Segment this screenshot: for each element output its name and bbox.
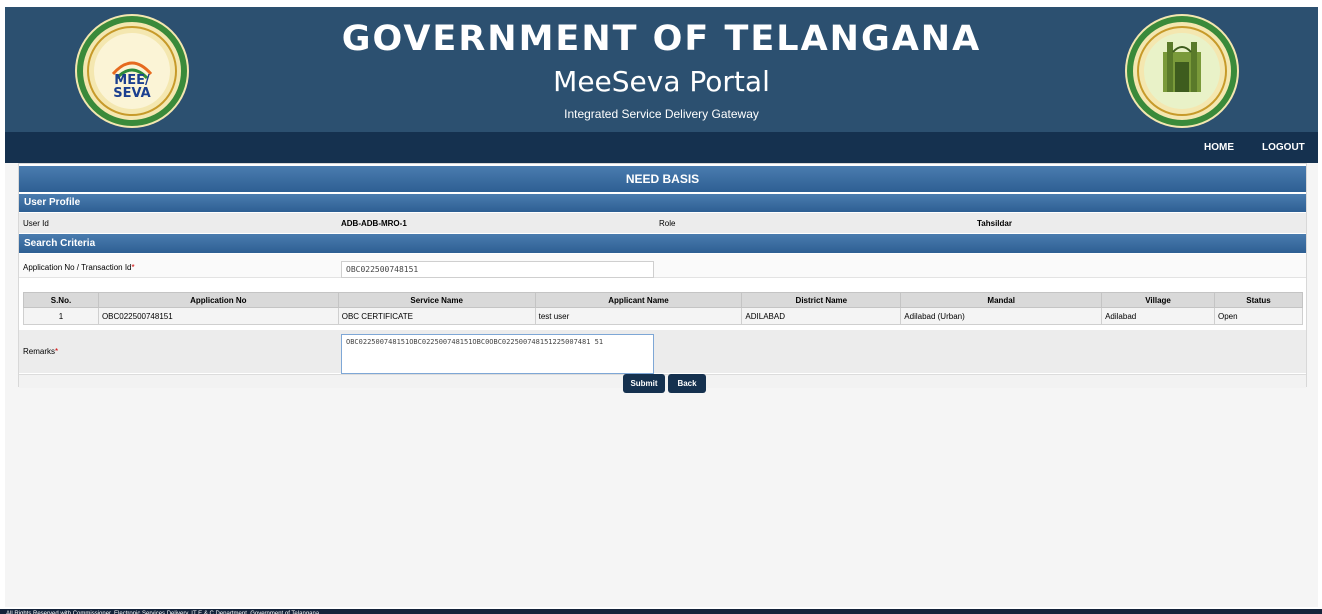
col-village: Village (1101, 292, 1215, 308)
telangana-emblem-logo (1125, 14, 1239, 128)
remarks-label-text: Remarks (23, 347, 56, 356)
submit-button[interactable]: Submit (623, 374, 665, 393)
search-row: Application No / Transaction Id* (19, 254, 1306, 278)
role-label: Role (659, 219, 676, 228)
header-title: GOVERNMENT OF TELANGANA (341, 19, 982, 59)
col-mandal: Mandal (900, 292, 1103, 308)
cell-district-name: ADILABAD (741, 307, 902, 325)
application-table: S.No. Application No Service Name Applic… (23, 292, 1303, 325)
cell-sno: 1 (23, 307, 99, 325)
cell-mandal: Adilabad (Urban) (900, 307, 1103, 325)
nav-logout-link[interactable]: LOGOUT (1262, 142, 1305, 153)
col-application-no: Application No (97, 292, 339, 308)
footer: All Rights Reserved with Commissioner, E… (0, 609, 1322, 614)
user-id-value: ADB-ADB-MRO-1 (341, 219, 407, 228)
cell-service-name: OBC CERTIFICATE (337, 307, 536, 325)
user-id-label: User Id (23, 219, 49, 228)
user-profile-row: User Id ADB-ADB-MRO-1 Role Tahsildar (19, 213, 1306, 233)
table-header-row: S.No. Application No Service Name Applic… (23, 292, 1303, 308)
nav-home-link[interactable]: HOME (1204, 142, 1234, 153)
col-applicant-name: Applicant Name (534, 292, 743, 308)
remarks-textarea[interactable]: OBC022500748151OBC022500748151OBC0OBC022… (341, 334, 654, 374)
need-basis-panel: NEED BASIS User Profile User Id ADB-ADB-… (18, 163, 1307, 393)
application-no-label: Application No / Transaction Id* (23, 263, 135, 272)
col-status: Status (1214, 292, 1303, 308)
table-row: 1 OBC022500748151 OBC CERTIFICATE test u… (23, 307, 1303, 325)
header-subtitle: MeeSeva Portal (553, 65, 770, 98)
header-banner: MEE/ SEVA GOVERNMENT OF TELANGANA MeeSev… (5, 7, 1318, 132)
cell-village: Adilabad (1101, 307, 1215, 325)
col-service-name: Service Name (337, 292, 536, 308)
top-navbar: HOME LOGOUT (5, 132, 1318, 163)
remarks-required-mark: * (55, 347, 59, 356)
back-button[interactable]: Back (668, 374, 706, 393)
page-container: MEE/ SEVA GOVERNMENT OF TELANGANA MeeSev… (5, 7, 1318, 607)
search-criteria-heading: Search Criteria (19, 234, 1306, 253)
remarks-row: Remarks* (19, 330, 1306, 373)
remarks-label: Remarks* (23, 347, 58, 356)
page-title: NEED BASIS (19, 166, 1306, 192)
cell-applicant-name: test user (534, 307, 743, 325)
application-no-input[interactable] (341, 261, 654, 278)
application-no-label-text: Application No / Transaction Id (23, 263, 132, 272)
cell-application-no: OBC022500748151 (97, 307, 339, 325)
col-district-name: District Name (741, 292, 902, 308)
col-sno: S.No. (23, 292, 99, 308)
cell-status: Open (1214, 307, 1303, 325)
user-profile-heading: User Profile (19, 194, 1306, 212)
role-value: Tahsildar (977, 219, 1012, 228)
header-tagline: Integrated Service Delivery Gateway (564, 107, 759, 121)
required-mark: * (131, 263, 135, 272)
